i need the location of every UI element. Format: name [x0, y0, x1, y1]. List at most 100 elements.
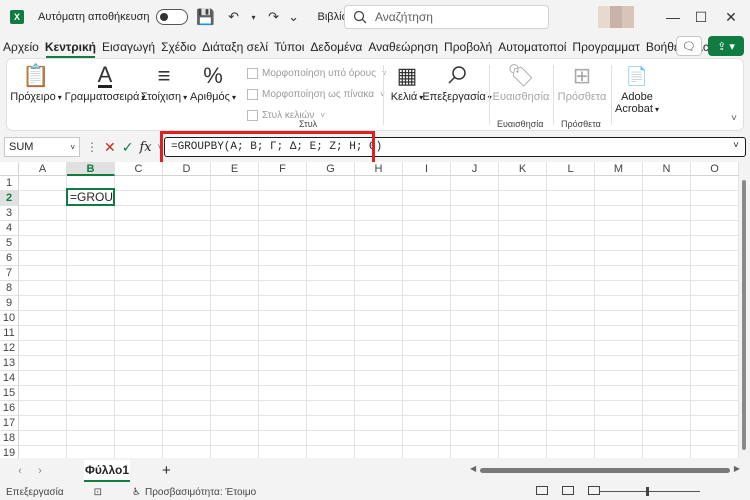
cells-button[interactable]: ▦ Κελιά ▾ — [387, 63, 427, 103]
gridline — [19, 190, 739, 191]
add-sheet-button[interactable]: + — [162, 462, 171, 479]
tab-5[interactable]: Τύποι — [271, 36, 307, 58]
column-header[interactable]: L — [547, 162, 595, 176]
row-header[interactable]: 11 — [0, 326, 19, 341]
row-header[interactable]: 13 — [0, 356, 19, 371]
accessibility-icon: ♿ — [132, 486, 141, 498]
column-header[interactable]: D — [163, 162, 211, 176]
row-header[interactable]: 16 — [0, 401, 19, 416]
tab-1[interactable]: Κεντρική — [42, 36, 99, 58]
ribbon-collapse-icon[interactable]: ˅ — [731, 113, 737, 124]
column-header[interactable]: J — [451, 162, 499, 176]
tab-0[interactable]: Αρχείο — [0, 36, 42, 58]
next-sheet-icon[interactable]: › — [30, 465, 50, 477]
row-header[interactable]: 8 — [0, 281, 19, 296]
worksheet-grid[interactable]: A B C D E F G H I J K L M N O 1 2 3 4 5 6 7 8 9 10 11 12 13 14 15 16 17… — [0, 162, 739, 458]
row-header[interactable]: 5 — [0, 236, 19, 251]
column-header[interactable]: G — [307, 162, 355, 176]
row-header[interactable]: 3 — [0, 206, 19, 221]
conditional-formatting-button[interactable]: Μορφοποίηση υπό όρους ˅ — [247, 63, 387, 84]
column-header[interactable]: B — [67, 162, 115, 176]
number-format-button[interactable]: % Αριθμός ▾ — [189, 63, 237, 103]
format-as-table-button[interactable]: Μορφοποίηση ως πίνακα˅ — [247, 84, 387, 105]
tab-9[interactable]: Αυτοματοποί — [495, 36, 569, 58]
scroll-left-icon[interactable]: ◀ — [470, 464, 476, 473]
name-box[interactable]: SUM ˅ — [4, 137, 80, 157]
row-header[interactable]: 12 — [0, 341, 19, 356]
scroll-right-icon[interactable]: ▶ — [734, 464, 740, 473]
enter-icon[interactable]: ✓ — [122, 139, 134, 156]
tab-10[interactable]: Προγραμματ — [569, 36, 642, 58]
tab-2[interactable]: Εισαγωγή — [99, 36, 158, 58]
zoom-slider[interactable] — [600, 491, 700, 492]
column-header[interactable]: A — [19, 162, 67, 176]
addins-button[interactable]: ⊞ Πρόσθετα — [557, 63, 607, 103]
save-icon[interactable]: 💾 — [196, 7, 216, 27]
row-header[interactable]: 6 — [0, 251, 19, 266]
sensitivity-button[interactable]: 🏷 Ευαισθησία — [493, 63, 550, 103]
vertical-scrollbar[interactable] — [740, 176, 748, 456]
row-header[interactable]: 9 — [0, 296, 19, 311]
row-header[interactable]: 10 — [0, 311, 19, 326]
horizontal-scrollbar[interactable]: ◀ ▶ — [470, 464, 740, 474]
zoom-slider-knob[interactable] — [646, 487, 649, 496]
column-header[interactable]: O — [691, 162, 739, 176]
accessibility-status[interactable]: ♿ Προσβασιμότητα: Έτοιμο — [132, 487, 256, 498]
autosave-toggle[interactable] — [155, 9, 188, 25]
column-header[interactable]: C — [115, 162, 163, 176]
search-input[interactable]: Αναζήτηση — [344, 5, 549, 29]
expand-formula-icon[interactable]: ˅ — [733, 138, 739, 156]
close-button[interactable]: ✕ — [712, 0, 750, 34]
tab-4[interactable]: Διάταξη σελί — [199, 36, 271, 58]
editing-button[interactable]: Επεξεργασία▾ — [422, 63, 492, 103]
column-header[interactable]: K — [499, 162, 547, 176]
cell-styles-icon — [247, 110, 258, 121]
cancel-icon[interactable]: ✕ — [104, 139, 116, 156]
chevron-down-icon[interactable]: ▾ — [244, 7, 264, 27]
sheet-tab[interactable]: Φύλλο1 — [84, 460, 130, 482]
column-header[interactable]: F — [259, 162, 307, 176]
comments-button[interactable]: 🗨 — [676, 36, 702, 56]
adobe-acrobat-button[interactable]: 📄 Adobe Acrobat ▾ — [613, 63, 661, 116]
normal-view-icon[interactable] — [536, 486, 548, 495]
insert-function-icon[interactable]: fx — [139, 140, 151, 155]
customize-toolbar-icon[interactable]: ⌄ — [284, 7, 304, 27]
alignment-button[interactable]: ≡ Στοίχιση ▾ — [139, 63, 189, 103]
column-header[interactable]: I — [403, 162, 451, 176]
tab-3[interactable]: Σχέδιο — [158, 36, 199, 58]
column-header[interactable]: E — [211, 162, 259, 176]
tab-8[interactable]: Προβολή — [441, 36, 495, 58]
column-header[interactable]: H — [355, 162, 403, 176]
tab-7[interactable]: Αναθεώρηση — [365, 36, 441, 58]
avatar[interactable] — [598, 6, 634, 28]
select-all-corner[interactable] — [0, 162, 19, 176]
font-button[interactable]: A Γραμματοσειρά ▾ — [65, 63, 146, 103]
row-header[interactable]: 14 — [0, 371, 19, 386]
row-header[interactable]: 18 — [0, 431, 19, 446]
page-layout-icon[interactable] — [562, 486, 574, 495]
active-cell[interactable]: =GROU — [66, 188, 115, 206]
redo-icon[interactable]: ↷ — [264, 7, 284, 27]
more-options-icon[interactable]: ⋮ — [86, 140, 98, 154]
row-header[interactable]: 19 — [0, 446, 19, 458]
row-header[interactable]: 17 — [0, 416, 19, 431]
clipboard-label: Πρόχειρο — [10, 91, 56, 103]
row-header[interactable]: 4 — [0, 221, 19, 236]
row-header[interactable]: 2 — [0, 191, 19, 206]
vertical-scroll-thumb[interactable] — [742, 180, 746, 450]
column-header[interactable]: N — [643, 162, 691, 176]
row-header[interactable]: 15 — [0, 386, 19, 401]
page-break-icon[interactable] — [588, 486, 600, 495]
conditional-formatting-label: Μορφοποίηση υπό όρους — [262, 68, 376, 79]
gridline — [19, 400, 739, 401]
undo-icon[interactable]: ↶ — [224, 7, 244, 27]
horizontal-scroll-thumb[interactable] — [480, 468, 730, 473]
share-button[interactable]: ⇪ ▾ — [708, 36, 744, 56]
tab-6[interactable]: Δεδομένα — [307, 36, 365, 58]
column-header[interactable]: M — [595, 162, 643, 176]
row-header[interactable]: 1 — [0, 176, 19, 191]
ribbon-divider — [611, 65, 612, 125]
row-header[interactable]: 7 — [0, 266, 19, 281]
paste-button[interactable]: 📋 Πρόχειρο ▾ — [10, 63, 62, 103]
previous-sheet-icon[interactable]: ‹ — [10, 465, 30, 477]
